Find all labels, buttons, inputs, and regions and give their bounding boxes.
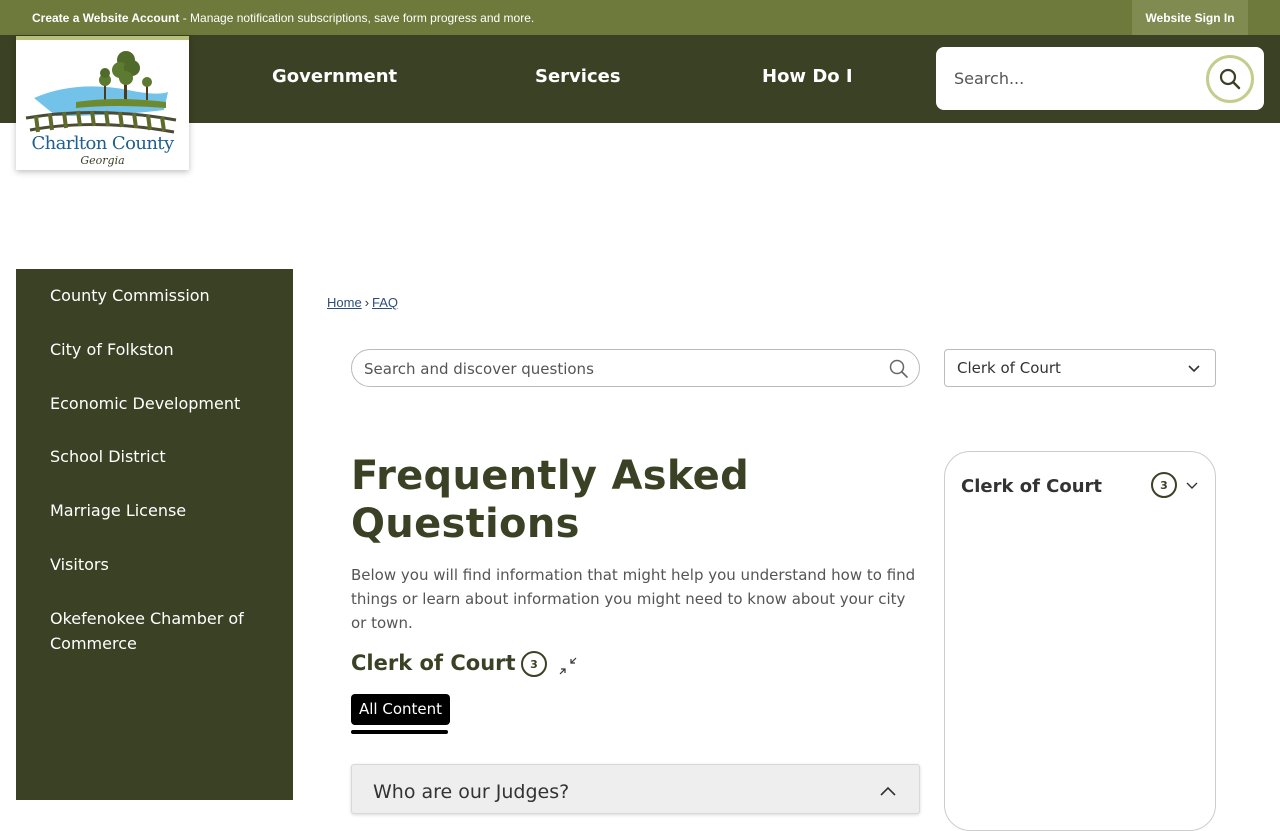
- breadcrumb: Home › FAQ: [327, 295, 398, 310]
- faq-search-box: [351, 349, 920, 387]
- account-notice[interactable]: Create a Website Account - Manage notifi…: [32, 11, 534, 25]
- sidebar-item-county-commission[interactable]: County Commission: [50, 283, 280, 308]
- site-search-box: [936, 47, 1264, 110]
- category-select-value: Clerk of Court: [957, 359, 1061, 377]
- chevron-down-icon[interactable]: [1185, 480, 1199, 492]
- sidebar-item-visitors[interactable]: Visitors: [50, 552, 280, 577]
- site-search-input[interactable]: [954, 65, 1174, 91]
- faq-question-item[interactable]: Who are our Judges?: [351, 764, 920, 814]
- breadcrumb-separator: ›: [364, 295, 370, 310]
- category-panel: Clerk of Court 3: [944, 451, 1216, 831]
- top-notification-bar: Create a Website Account - Manage notifi…: [0, 0, 1280, 35]
- sidebar-item-okefenokee-chamber[interactable]: Okefenokee Chamber of Commerce: [50, 606, 280, 656]
- search-icon: [1219, 68, 1241, 90]
- sidebar-nav: County Commission City of Folkston Econo…: [16, 269, 293, 800]
- sidebar-item-city-of-folkston[interactable]: City of Folkston: [50, 337, 280, 362]
- section-title: Clerk of Court: [351, 651, 516, 675]
- tab-all-content[interactable]: All Content: [351, 694, 451, 725]
- county-logo[interactable]: Charlton County Georgia: [16, 36, 189, 170]
- collapse-all-button[interactable]: [558, 656, 578, 680]
- chevron-up-icon: [880, 786, 896, 796]
- faq-search-input[interactable]: [364, 358, 864, 380]
- category-select[interactable]: Clerk of Court: [944, 349, 1216, 387]
- breadcrumb-home-link[interactable]: Home: [327, 295, 362, 310]
- sidebar-item-marriage-license[interactable]: Marriage License: [50, 498, 280, 523]
- nav-government[interactable]: Government: [272, 66, 397, 87]
- section-count-badge: 3: [521, 651, 547, 677]
- collapse-icon: [559, 657, 577, 675]
- create-account-link[interactable]: Create a Website Account: [32, 11, 179, 25]
- active-tab-indicator: [351, 730, 448, 734]
- page-title: Frequently Asked Questions: [351, 453, 750, 547]
- search-icon: [889, 359, 908, 378]
- account-notice-text: - Manage notification subscriptions, sav…: [179, 11, 535, 25]
- logo-state-name: Georgia: [80, 154, 125, 167]
- chevron-down-icon: [1188, 365, 1200, 373]
- nav-how-do-i[interactable]: How Do I: [762, 66, 853, 87]
- faq-intro-text: Below you will find information that mig…: [351, 566, 916, 632]
- breadcrumb-faq-link[interactable]: FAQ: [372, 295, 398, 310]
- faq-search-button[interactable]: [889, 359, 909, 383]
- category-panel-label[interactable]: Clerk of Court: [961, 476, 1102, 497]
- nav-services[interactable]: Services: [535, 66, 621, 87]
- website-sign-in-button[interactable]: Website Sign In: [1132, 0, 1248, 35]
- sidebar-item-economic-development[interactable]: Economic Development: [50, 391, 280, 416]
- site-search-button[interactable]: [1206, 55, 1254, 103]
- category-panel-count: 3: [1151, 472, 1177, 498]
- logo-county-name: Charlton County: [31, 133, 174, 154]
- sidebar-item-school-district[interactable]: School District: [50, 444, 280, 469]
